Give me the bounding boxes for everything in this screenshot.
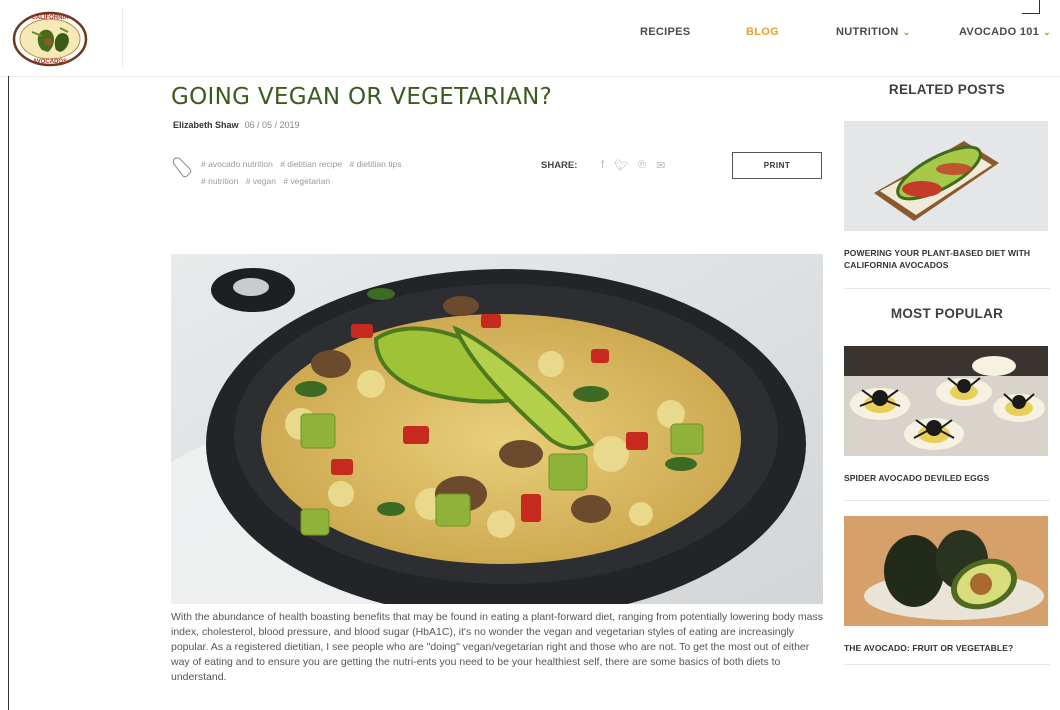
nav-label: NUTRITION xyxy=(836,26,899,38)
share-icons: f 🐦︎ ℗ ✉ xyxy=(601,159,665,172)
twitter-icon[interactable]: 🐦︎ xyxy=(614,159,628,172)
nav-label: RECIPES xyxy=(640,26,691,38)
popular-post-thumbnail[interactable] xyxy=(844,516,1048,626)
frame-divider xyxy=(8,76,9,710)
nav-item-avocado-101[interactable]: AVOCADO 101 ⌄ xyxy=(959,26,1051,38)
popular-post-title[interactable]: SPIDER AVOCADO DEVILED EGGS xyxy=(844,472,1050,484)
article-body: With the abundance of health boasting be… xyxy=(171,611,823,683)
tag-icon xyxy=(172,157,192,178)
popular-post-thumbnail[interactable] xyxy=(844,346,1048,456)
tag-list: # avocado nutrition # dietitian recipe #… xyxy=(201,156,491,190)
nav-item-recipes[interactable]: RECIPES xyxy=(640,26,690,38)
pinterest-icon[interactable]: ℗ xyxy=(638,159,646,172)
top-navigation-bar: CALIFORNIA AVOCADOS RECIPES BLOG NUTRITI… xyxy=(0,0,1060,77)
email-icon[interactable]: ✉ xyxy=(656,159,665,172)
sidebar-divider xyxy=(844,500,1050,501)
tag-link[interactable]: # dietitian tips xyxy=(349,159,401,169)
frame-divider xyxy=(1022,13,1040,14)
tag-link[interactable]: # dietitian recipe xyxy=(280,159,342,169)
related-posts-heading: RELATED POSTS xyxy=(888,82,1006,97)
facebook-icon[interactable]: f xyxy=(601,159,604,172)
share-label: SHARE: xyxy=(541,160,578,171)
sidebar-divider xyxy=(844,288,1050,289)
author-name[interactable]: Elizabeth Shaw xyxy=(173,120,239,130)
frame-divider xyxy=(1039,0,1040,14)
nav-label: BLOG xyxy=(746,26,779,38)
publish-date: 06 / 05 / 2019 xyxy=(244,120,300,130)
nav-label: AVOCADO 101 xyxy=(959,26,1040,38)
tag-link[interactable]: # nutrition xyxy=(201,176,238,186)
chevron-down-icon: ⌄ xyxy=(902,27,911,37)
related-post-thumbnail[interactable] xyxy=(844,121,1048,231)
sidebar-divider xyxy=(844,664,1050,665)
main-nav: RECIPES BLOG NUTRITION ⌄ AVOCADO 101 ⌄ xyxy=(0,26,1060,50)
tag-link[interactable]: # avocado nutrition xyxy=(201,159,273,169)
byline: Elizabeth Shaw 06 / 05 / 2019 xyxy=(173,120,300,130)
hero-image-tofu-scramble xyxy=(171,254,823,604)
print-button[interactable]: PRINT xyxy=(732,152,822,179)
tag-link[interactable]: # vegan xyxy=(246,176,276,186)
popular-post-title[interactable]: THE AVOCADO: FRUIT OR VEGETABLE? xyxy=(844,642,1050,654)
chevron-down-icon: ⌄ xyxy=(1043,27,1051,37)
tag-link[interactable]: # vegetarian xyxy=(283,176,330,186)
nav-item-nutrition[interactable]: NUTRITION ⌄ xyxy=(836,26,910,38)
article-title: GOING VEGAN OR VEGETARIAN? xyxy=(171,84,553,110)
logo-text-bottom: AVOCADOS xyxy=(33,59,67,65)
logo-text-top: CALIFORNIA xyxy=(32,15,70,21)
nav-item-blog[interactable]: BLOG xyxy=(746,26,779,38)
most-popular-heading: MOST POPULAR xyxy=(890,306,1004,321)
related-post-title[interactable]: POWERING YOUR PLANT-BASED DIET WITH CALI… xyxy=(844,247,1050,271)
